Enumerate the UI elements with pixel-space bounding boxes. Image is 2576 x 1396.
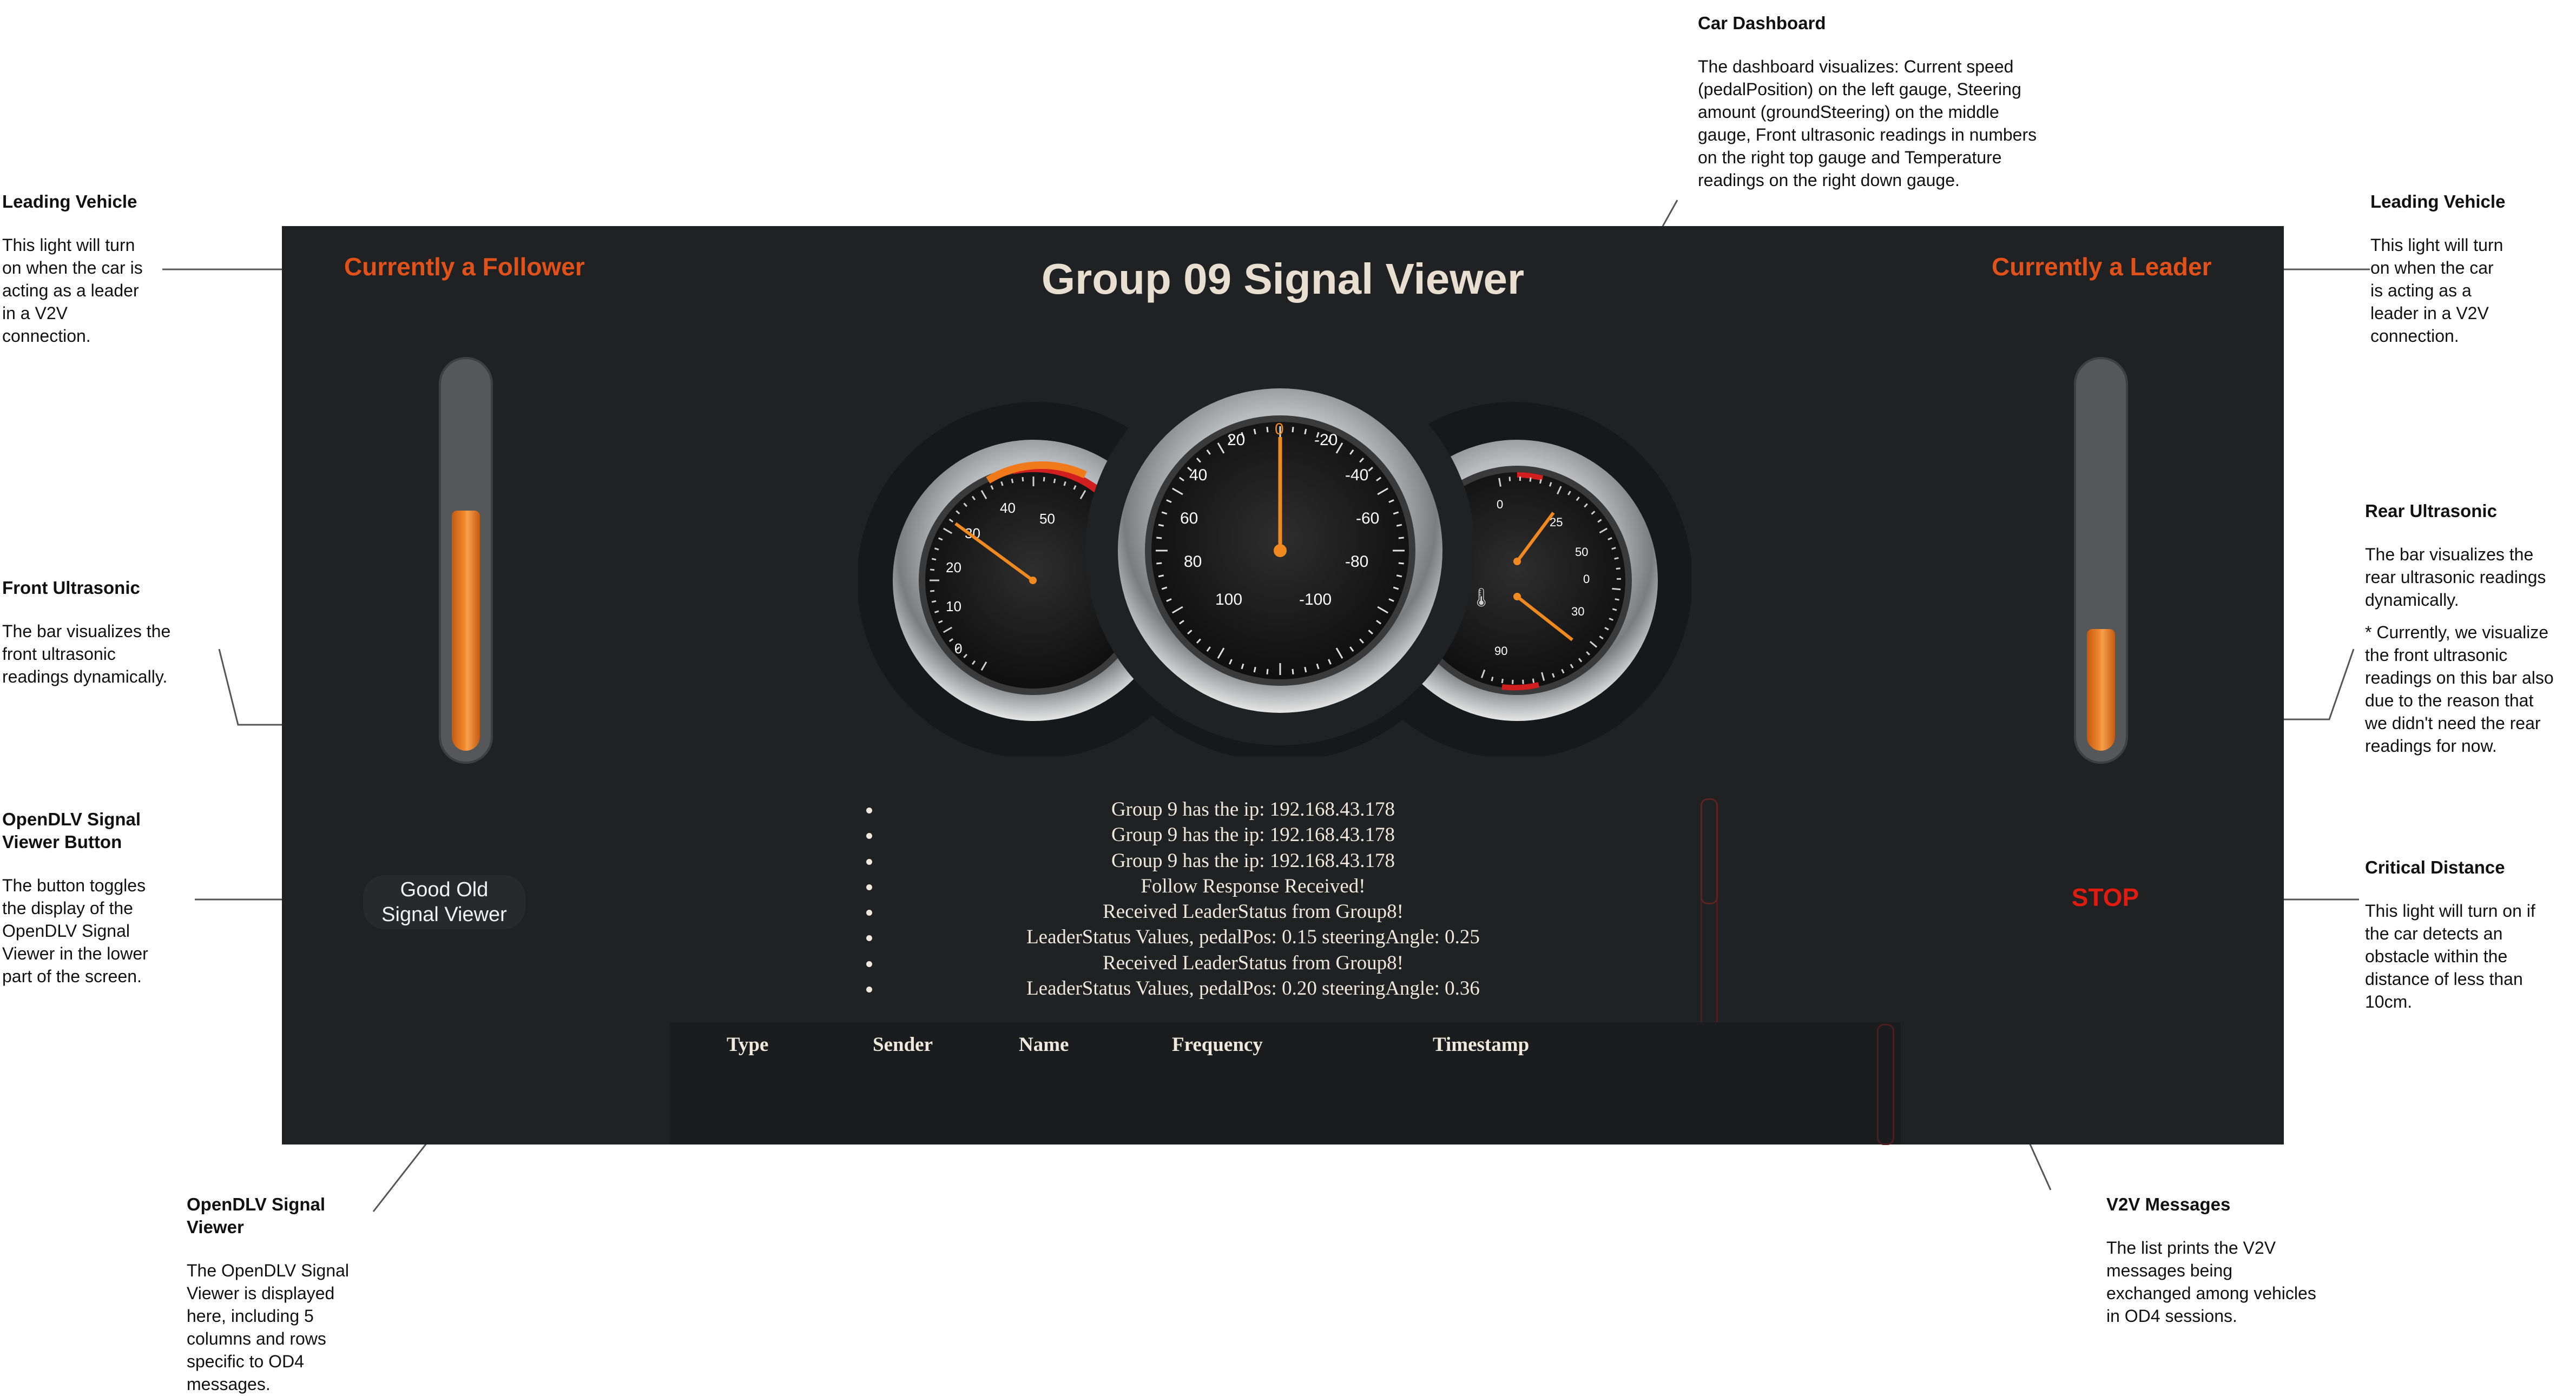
gauge-tick [1396,524,1402,527]
column-header-sender[interactable]: Sender [873,1033,933,1056]
steering-tick-label: 60 [1180,510,1198,527]
gauge-tick [1304,428,1307,435]
gauge-tick [931,600,937,603]
temperature-tick-label: 90 [1494,644,1507,658]
annotation-text: The bar visualizes the rear ultrasonic r… [2365,545,2546,610]
list-item: Received LeaderStatus from Group8! [866,899,1640,924]
steering-tick-label: -100 [1299,591,1332,608]
annotation-front-ultrasonic: Front Ultrasonic The bar visualizes the … [2,577,208,688]
temperature-tick-label: 30 [1571,605,1584,618]
steering-gauge: 0 -20 -40 -60 -80 -100 100 80 60 40 20 [1085,356,1475,745]
rear-ultrasonic-bar-fill [2087,629,2115,751]
steering-tick-label: -60 [1356,510,1379,527]
annotation-critical-distance: Critical Distance This light will turn o… [2365,856,2573,1013]
signal-viewer-toggle-button[interactable]: Good Old Signal Viewer [363,875,525,929]
list-item: LeaderStatus Values, pedalPos: 0.20 stee… [866,976,1640,1001]
gauge-tick [1266,669,1269,674]
gauge-tick [1615,598,1619,601]
annotation-footnote: * Currently, we visualize the front ultr… [2365,623,2554,756]
speed-needle-hub [1029,577,1037,584]
annotation-text: This light will turn on when the car is … [2370,235,2503,346]
steering-tick-label: -40 [1345,466,1368,484]
speed-tick-label: 10 [946,598,961,614]
annotation-signal-viewer: OpenDLV Signal Viewer The OpenDLV Signal… [187,1193,381,1395]
annotation-text: The list prints the V2V messages being e… [2106,1238,2316,1326]
steering-tick-label: 40 [1189,466,1207,484]
speed-tick-label: 0 [954,640,962,657]
gauge-tick [1266,427,1269,433]
temperature-red-arc [1501,682,1540,691]
gauge-tick [1011,478,1014,484]
list-item: Group 9 has the ip: 192.168.43.178 [866,822,1640,848]
gauge-tick [1253,428,1256,435]
annotation-leading-vehicle-right: Leading Vehicle This light will turn on … [2370,190,2544,347]
steering-tick-label: 0 [1275,420,1284,438]
front-ultrasonic-bar-fill [452,511,480,751]
annotation-rear-ultrasonic: Rear Ultrasonic The bar visualizes the r… [2365,500,2573,757]
annotation-signal-viewer-button: OpenDLV Signal Viewer Button The button … [2,808,186,988]
gauge-tick [931,558,937,561]
v2v-message-list: Group 9 has the ip: 192.168.43.178 Group… [866,797,1640,1001]
steering-tick-label: 20 [1227,431,1245,449]
gauge-tick [1616,567,1620,570]
steering-tick-label: 100 [1215,591,1242,608]
temperature-tick-label: 0 [1583,572,1590,586]
car-dashboard-gauges: 0 10 20 30 40 50 0 25 50 0 30 90 🌡 0 -20… [858,356,1691,756]
gauge-tick [1396,574,1402,578]
list-item: LeaderStatus Values, pedalPos: 0.15 stee… [866,924,1640,950]
message-list-scroll-thumb[interactable] [1701,798,1718,904]
annotation-text: This light will turn on if the car detec… [2365,901,2535,1011]
gauge-tick [1158,574,1164,578]
column-header-timestamp[interactable]: Timestamp [1433,1033,1529,1056]
dashboard-panel: Currently a Follower Currently a Leader … [282,226,2284,1145]
list-item: Group 9 has the ip: 192.168.43.178 [866,797,1640,822]
annotation-text: The dashboard visualizes: Current speed … [1698,57,2037,190]
message-list-scrollbar[interactable] [1701,798,1718,1029]
gauge-tick [1501,678,1504,684]
front-ultrasonic-bar [439,357,493,764]
speed-tick-label: 20 [946,559,961,575]
column-header-frequency[interactable]: Frequency [1172,1033,1263,1056]
gauge-tick [1156,562,1162,565]
annotation-text: The button toggles the display of the Op… [2,876,148,986]
ultrasonic-needle-hub [1513,558,1521,565]
gauge-tick [1529,477,1532,482]
gauge-tick [1158,524,1164,527]
temperature-icon: 🌡 [1470,587,1493,608]
ultrasonic-tick-label: 0 [1497,498,1503,511]
gauge-tick [1304,666,1307,673]
page-title: Group 09 Signal Viewer [1041,255,1525,303]
annotation-leading-vehicle-left: Leading Vehicle This light will turn on … [2,190,175,347]
annotation-car-dashboard: Car Dashboard The dashboard visualizes: … [1698,12,2087,191]
gauge-tick [1398,562,1404,565]
annotation-text: The OpenDLV Signal Viewer is displayed h… [187,1261,350,1394]
annotation-text: The bar visualizes the front ultrasonic … [2,621,171,686]
temperature-needle-hub [1513,593,1521,600]
steering-tick-label: -80 [1345,553,1368,571]
critical-distance-stop-light: STOP [2071,883,2139,911]
gauge-tick [1612,587,1621,591]
gauge-tick [1614,557,1619,560]
gauge-tick [1539,479,1542,484]
list-item: Received LeaderStatus from Group8! [866,950,1640,976]
steering-tick-label: -20 [1314,431,1338,449]
column-header-name[interactable]: Name [1019,1033,1069,1056]
annotation-text: This light will turn on when the car is … [2,235,143,346]
signal-viewer-scrollbar[interactable] [1877,1024,1894,1145]
rear-ultrasonic-bar [2074,357,2128,764]
list-item: Follow Response Received! [866,874,1640,899]
gauge-tick [1491,677,1494,682]
opendlv-signal-viewer-table: Type Sender Name Frequency Timestamp [670,1022,1901,1144]
list-item: Group 9 has the ip: 192.168.43.178 [866,848,1640,874]
gauge-tick [1253,666,1256,673]
steering-needle-hub [1274,544,1287,557]
speed-tick-label: 50 [1039,511,1055,527]
steering-tick-label: 80 [1184,553,1202,571]
column-header-type[interactable]: Type [727,1033,768,1056]
ultrasonic-tick-label: 50 [1575,545,1588,559]
speed-tick-label: 40 [1000,500,1016,516]
gauge-tick [1053,478,1056,484]
annotation-v2v-messages: V2V Messages The list prints the V2V mes… [2106,1193,2344,1327]
